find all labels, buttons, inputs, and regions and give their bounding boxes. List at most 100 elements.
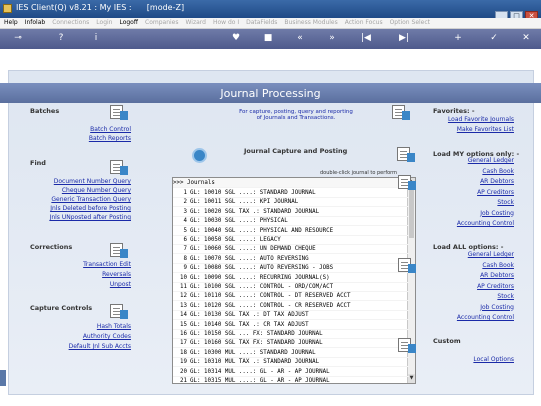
all-link-general-ledger[interactable]: General Ledger: [468, 251, 514, 258]
check-icon[interactable]: ✓: [488, 32, 500, 44]
corrections-link-unpost[interactable]: Unpost: [110, 281, 131, 288]
find-icon: [110, 160, 128, 176]
all-link-cash-book[interactable]: Cash Book: [482, 262, 514, 269]
find-link-generic-transaction-query[interactable]: Generic Transaction Query: [51, 196, 131, 203]
journal-row-label: GL: 10130 SGL TAX .: DT TAX ADJUST: [190, 312, 309, 319]
help-icon[interactable]: ?: [55, 32, 67, 44]
menu-item-option-select: Option Select: [389, 19, 431, 26]
scroll-down-icon[interactable]: ▼: [408, 374, 415, 383]
my-link-ap-creditors[interactable]: AP Creditors: [477, 189, 514, 196]
menu-item-action-focus: Action Focus: [344, 19, 383, 26]
custom-link-local-options[interactable]: Local Options: [473, 356, 514, 363]
all-link-stock[interactable]: Stock: [497, 293, 514, 300]
menu-item-help[interactable]: Help: [4, 19, 18, 26]
menu-item-logoff[interactable]: Logoff: [119, 19, 138, 26]
my-link-accounting-control[interactable]: Accounting Control: [457, 220, 514, 227]
section-batches: Batches: [30, 107, 60, 115]
stop-icon[interactable]: ■: [262, 32, 274, 44]
corrections-link-reversals[interactable]: Reversals: [102, 271, 131, 278]
my-link-stock[interactable]: Stock: [497, 199, 514, 206]
journal-row-label: GL: 10150 SGL ... FX: STANDARD JOURNAL: [190, 331, 323, 337]
scroll-thumb[interactable]: [409, 188, 414, 238]
back-icon[interactable]: «: [294, 32, 306, 44]
menu-item-infolab[interactable]: Infolab: [25, 19, 46, 26]
plus-icon[interactable]: +: [452, 32, 464, 44]
all-link-ap-creditors[interactable]: AP Creditors: [477, 283, 514, 290]
forward-icon[interactable]: »: [326, 32, 338, 44]
my-options-icon: [398, 175, 416, 191]
first-icon[interactable]: |◀: [360, 32, 372, 44]
capture-link-default-jnl-sub-accts[interactable]: Default Jnl Sub Accts: [69, 343, 131, 350]
section-custom: Custom: [433, 337, 461, 345]
my-link-general-ledger[interactable]: General Ledger: [468, 157, 514, 164]
journal-row-label: GL: 10300 MUL ....: STANDARD JOURNAL: [190, 349, 316, 356]
menu-item-datafields: DataFields: [246, 19, 278, 26]
batches-link-batch-control[interactable]: Batch Control: [90, 126, 131, 133]
journal-row-label: GL: 10080 SGL ....: AUTO REVERSING - JOB…: [190, 265, 334, 272]
heart-icon[interactable]: ♥: [230, 32, 242, 44]
page-title: Journal Processing: [220, 87, 321, 100]
menu-item-business-modules: Business Modules: [284, 19, 338, 26]
close-icon[interactable]: ✕: [520, 32, 532, 44]
journal-list[interactable]: ▲ ▼ >>> Journals1GL: 10010 SGL ....: STA…: [172, 177, 416, 384]
app-icon: [3, 4, 12, 13]
journal-row-label: GL: 10110 SGL ....: CONTROL - DT RESERVE…: [190, 293, 351, 300]
journal-row-label: GL: 10315 MUL ....: GL - AR - AP JOURNAL: [190, 378, 330, 384]
section-all-options: Load ALL options: -: [433, 243, 504, 251]
toolbar: ⊸? i ♥ ■ « » |◀ ▶| + ✓ ✕: [0, 29, 541, 49]
find-link-cheque-number-query[interactable]: Cheque Number Query: [62, 187, 131, 194]
favorites-link-make-favorites-list[interactable]: Make Favorites List: [457, 126, 514, 133]
menu-item-connections: Connections: [52, 19, 90, 26]
batches-icon: [110, 105, 128, 121]
batches-link-batch-reports[interactable]: Batch Reports: [89, 135, 131, 142]
all-link-accounting-control[interactable]: Accounting Control: [457, 314, 514, 321]
corrections-icon: [110, 243, 128, 259]
my-link-job-costing[interactable]: Job Costing: [480, 210, 514, 217]
menu-item-login: Login: [96, 19, 113, 26]
capture-link-authority-codes[interactable]: Authority Codes: [83, 333, 131, 340]
journal-row-label: GL: 10050 SGL ....: LEGACY: [190, 237, 281, 243]
journal-list-header: >>> Journals: [173, 178, 409, 188]
journal-row-label: GL: 10070 SGL ....: AUTO REVERSING: [190, 255, 309, 262]
capture-link-hash-totals[interactable]: Hash Totals: [97, 323, 131, 330]
all-options-icon: [398, 258, 416, 274]
window-title: IES Client(Q) v8.21 : My IES : [mode-Z]: [16, 3, 185, 12]
journal-row-label: GL: 10060 SGL ....: UN DEMAND CHEQUE: [190, 246, 316, 253]
menu-item-wizard: Wizard: [185, 19, 206, 26]
journal-row-label: GL: 10010 SGL ....: STANDARD JOURNAL: [190, 190, 316, 196]
all-link-job-costing[interactable]: Job Costing: [480, 304, 514, 311]
journal-row[interactable]: 21 GL: 10315 MUL ....: GL - AR - AP JOURN…: [173, 376, 409, 384]
my-link-cash-book[interactable]: Cash Book: [482, 168, 514, 175]
find-link-jnls-unposted-after-posting[interactable]: Jnls UNposted after Posting: [50, 214, 131, 221]
find-link-jnls-deleted-before-posting[interactable]: Jnls Deleted before Posting: [50, 205, 131, 212]
info-icon[interactable]: i: [90, 32, 102, 44]
journal-row-label: GL: 10011 SGL ....: KPI JOURNAL: [190, 199, 299, 206]
section-capture-controls: Capture Controls: [30, 304, 93, 312]
last-icon[interactable]: ▶|: [398, 32, 410, 44]
page-header: Journal Processing: [0, 83, 541, 103]
capture-posting-title: Journal Capture and Posting: [244, 147, 348, 155]
side-tab[interactable]: [0, 370, 6, 386]
corrections-link-transaction-edit[interactable]: Transaction Edit: [83, 261, 131, 268]
all-link-ar-debtors[interactable]: AR Debtors: [480, 272, 514, 279]
journal-row-number: 21: [180, 378, 187, 384]
journal-row-label: GL: 10100 SGL ....: CONTROL - ORD/COM/AC…: [190, 284, 334, 290]
key-icon[interactable]: ⊸: [12, 32, 24, 44]
capture-controls-icon: [110, 304, 128, 320]
journal-row-label: GL: 10310 MUL TAX .: STANDARD JOURNAL: [190, 359, 320, 366]
my-link-ar-debtors[interactable]: AR Debtors: [480, 178, 514, 185]
info-text: For capture, posting, query and reportin…: [239, 109, 353, 121]
menu-item-companies: Companies: [145, 19, 179, 26]
journal-row-label: GL: 10120 SGL ....: CONTROL - CR RESERVE…: [190, 302, 351, 309]
double-click-hint: double-click journal to perform: [320, 170, 397, 176]
favorites-link-load-favorite-journals[interactable]: Load Favorite Journals: [448, 116, 514, 123]
menu-item-how-do-i: How do I: [212, 19, 240, 26]
journal-row-label: GL: 10090 SGL ....: RECURRING JOURNAL(S): [190, 274, 330, 281]
journal-row-label: GL: 10160 SGL TAX FX: STANDARD JOURNAL: [190, 340, 323, 347]
find-link-document-number-query[interactable]: Document Number Query: [54, 178, 131, 185]
menu-bar: Help Infolab Connections Login Logoff Compani…: [0, 18, 541, 29]
section-favorites: Favorites: -: [433, 107, 475, 115]
journal-row-label: GL: 10030 SGL ....: PHYSICAL: [190, 218, 288, 225]
custom-icon: [398, 338, 416, 354]
journal-row-label: GL: 10140 SGL TAX .: CR TAX ADJUST: [190, 321, 309, 328]
